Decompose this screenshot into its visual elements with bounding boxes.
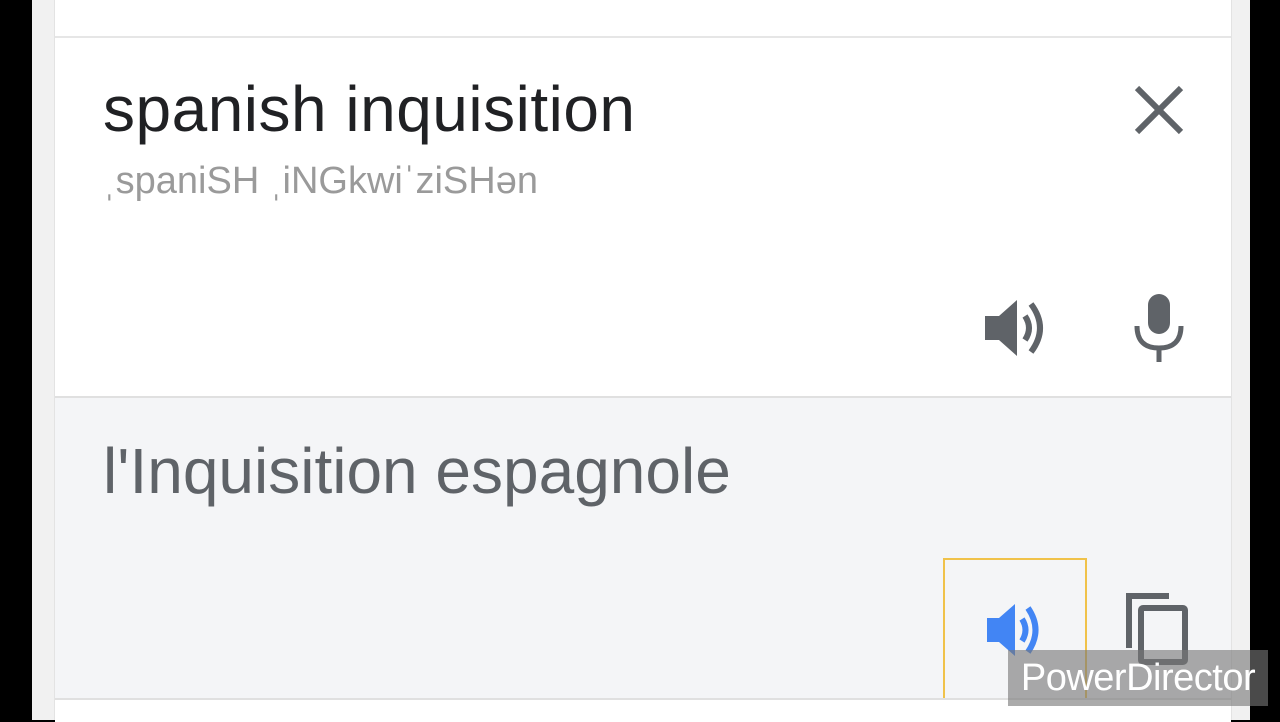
phone-screen: spanish inquisition ˌspaniSH ˌiNGkwiˈziS… — [32, 0, 1250, 722]
video-frame: spanish inquisition ˌspaniSH ˌiNGkwiˈziS… — [0, 0, 1280, 722]
voice-input-button[interactable] — [1129, 290, 1189, 366]
translate-card: spanish inquisition ˌspaniSH ˌiNGkwiˈziS… — [54, 0, 1232, 722]
translation-text: l'Inquisition espagnole — [103, 435, 731, 507]
phonetic-transcription: ˌspaniSH ˌiNGkwiˈziSHən — [103, 160, 538, 202]
microphone-icon — [1134, 294, 1184, 362]
source-panel: spanish inquisition ˌspaniSH ˌiNGkwiˈziS… — [55, 38, 1231, 398]
card-top-strip — [55, 0, 1231, 38]
close-icon — [1134, 85, 1184, 135]
source-speak-button[interactable] — [981, 294, 1053, 362]
powerdirector-watermark: PowerDirector — [1008, 650, 1268, 706]
source-text-input[interactable]: spanish inquisition — [103, 72, 636, 146]
clear-button[interactable] — [1127, 78, 1191, 142]
speaker-icon — [985, 300, 1043, 356]
